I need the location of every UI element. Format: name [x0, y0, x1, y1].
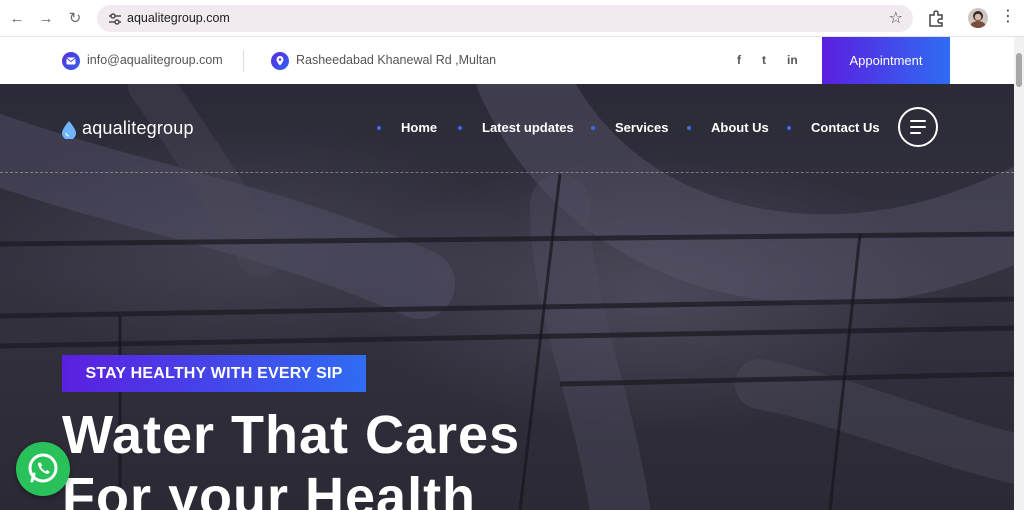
browser-toolbar: ← → ↻ aqualitegroup.com ☆ ⋮	[0, 0, 1024, 37]
star-icon[interactable]: ☆	[889, 8, 903, 28]
water-drop-icon	[62, 121, 76, 139]
appointment-button[interactable]: Appointment	[822, 37, 950, 84]
hero-section: aqualitegroup Home Latest updates Servic…	[0, 84, 1014, 510]
top-info-bar: info@aqualitegroup.com Rasheedabad Khane…	[0, 37, 1014, 84]
reload-icon[interactable]: ↻	[64, 8, 86, 30]
linkedin-icon[interactable]: in	[787, 53, 798, 67]
header-divider	[0, 172, 1014, 173]
profile-avatar[interactable]	[968, 8, 988, 28]
back-icon[interactable]: ←	[6, 8, 28, 30]
nav-bullet	[591, 126, 595, 130]
email-link[interactable]: info@aqualitegroup.com	[87, 53, 223, 67]
email-icon	[62, 52, 80, 70]
nav-bullet	[458, 126, 462, 130]
hero-headline: Water That Cares For your Health	[62, 404, 520, 510]
nav-latest-updates[interactable]: Latest updates	[482, 120, 574, 135]
forward-icon[interactable]: →	[35, 8, 57, 30]
nav-services[interactable]: Services	[615, 120, 669, 135]
hero-headline-line2: For your Health	[62, 467, 477, 510]
location-pin-icon	[271, 52, 289, 70]
nav-home[interactable]: Home	[401, 120, 437, 135]
url-text[interactable]: aqualitegroup.com	[127, 11, 230, 25]
whatsapp-icon	[28, 453, 58, 483]
whatsapp-button[interactable]	[16, 442, 70, 496]
nav-bullet	[687, 126, 691, 130]
logo-text: aqualitegroup	[82, 118, 194, 138]
nav-about-us[interactable]: About Us	[711, 120, 769, 135]
hero-headline-line1: Water That Cares	[62, 405, 521, 465]
divider	[243, 50, 244, 72]
address-text: Rasheedabad Khanewal Rd ,Multan	[296, 53, 497, 67]
facebook-icon[interactable]: f	[737, 53, 741, 67]
hero-tagline-badge: STAY HEALTHY WITH EVERY SIP	[62, 355, 366, 392]
address-bar[interactable]: aqualitegroup.com ☆	[97, 5, 913, 32]
nav-contact-us[interactable]: Contact Us	[811, 120, 880, 135]
scrollbar-thumb[interactable]	[1016, 53, 1022, 87]
page-scrollbar[interactable]	[1014, 37, 1024, 510]
puzzle-icon[interactable]	[927, 9, 945, 27]
nav-bullet	[787, 126, 791, 130]
kebab-icon[interactable]: ⋮	[1000, 7, 1016, 27]
twitter-icon[interactable]: t	[762, 53, 766, 67]
nav-bullet	[377, 126, 381, 130]
hamburger-menu-icon[interactable]	[898, 107, 938, 147]
site-settings-icon[interactable]	[107, 11, 123, 27]
